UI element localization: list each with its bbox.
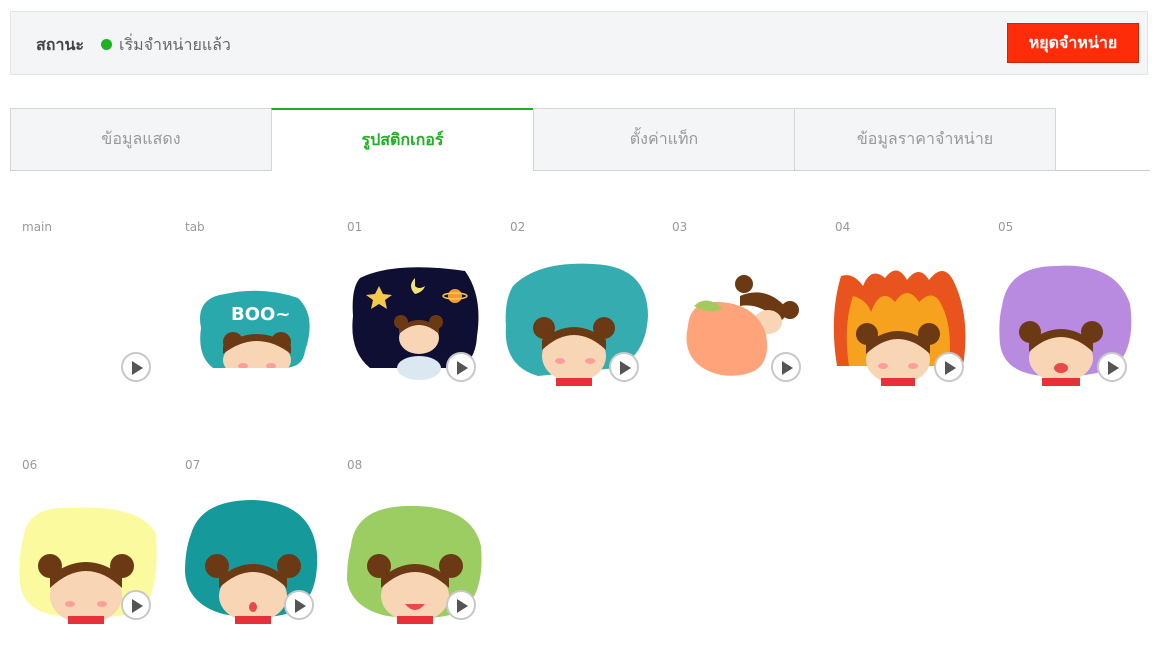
play-icon[interactable]	[284, 590, 314, 620]
tab-display-info[interactable]: ข้อมูลแสดง	[10, 108, 272, 170]
sticker-05: 05	[986, 220, 1136, 420]
play-icon[interactable]	[446, 590, 476, 620]
sticker-08: 08	[335, 458, 485, 658]
sticker-label: 03	[672, 220, 688, 234]
sticker-label: 07	[185, 458, 201, 472]
sticker-image: BOO~	[197, 290, 317, 386]
sticker-label: 01	[347, 220, 363, 234]
play-icon[interactable]	[609, 352, 639, 382]
sticker-label: 08	[347, 458, 363, 472]
sticker-label: 06	[22, 458, 38, 472]
sticker-02: 02	[498, 220, 648, 420]
tab-bar: ข้อมูลแสดง รูปสติกเกอร์ ตั้งค่าแท็ก ข้อม…	[10, 108, 1150, 171]
tab-sticker-images[interactable]: รูปสติกเกอร์	[271, 108, 534, 171]
status-dot-icon	[101, 39, 112, 50]
play-icon[interactable]	[1097, 352, 1127, 382]
sticker-label: tab	[185, 220, 205, 234]
play-icon[interactable]	[771, 352, 801, 382]
stop-sale-button[interactable]: หยุดจำหน่าย	[1007, 23, 1139, 63]
tab-price-info[interactable]: ข้อมูลราคาจำหน่าย	[794, 108, 1056, 170]
play-icon[interactable]	[121, 590, 151, 620]
sticker-label: 02	[510, 220, 526, 234]
sticker-01: 01	[335, 220, 485, 420]
play-icon[interactable]	[446, 352, 476, 382]
play-icon[interactable]	[934, 352, 964, 382]
sticker-main: main	[10, 220, 160, 420]
status-label: สถานะ	[36, 35, 84, 54]
sticker-label: 05	[998, 220, 1014, 234]
sticker-text: BOO~	[231, 304, 290, 325]
status-bar: สถานะ เริ่มจำหน่ายแล้ว หยุดจำหน่าย	[10, 11, 1148, 75]
sticker-07: 07	[173, 458, 323, 658]
play-icon[interactable]	[121, 352, 151, 382]
sticker-tab: tab BOO~	[173, 220, 323, 420]
sticker-04: 04	[823, 220, 973, 420]
tab-tag-settings[interactable]: ตั้งค่าแท็ก	[533, 108, 795, 170]
status-value: เริ่มจำหน่ายแล้ว	[119, 35, 231, 54]
sticker-06: 06	[10, 458, 160, 658]
sticker-label: 04	[835, 220, 851, 234]
sticker-03: 03	[660, 220, 810, 420]
sticker-label: main	[22, 220, 52, 234]
